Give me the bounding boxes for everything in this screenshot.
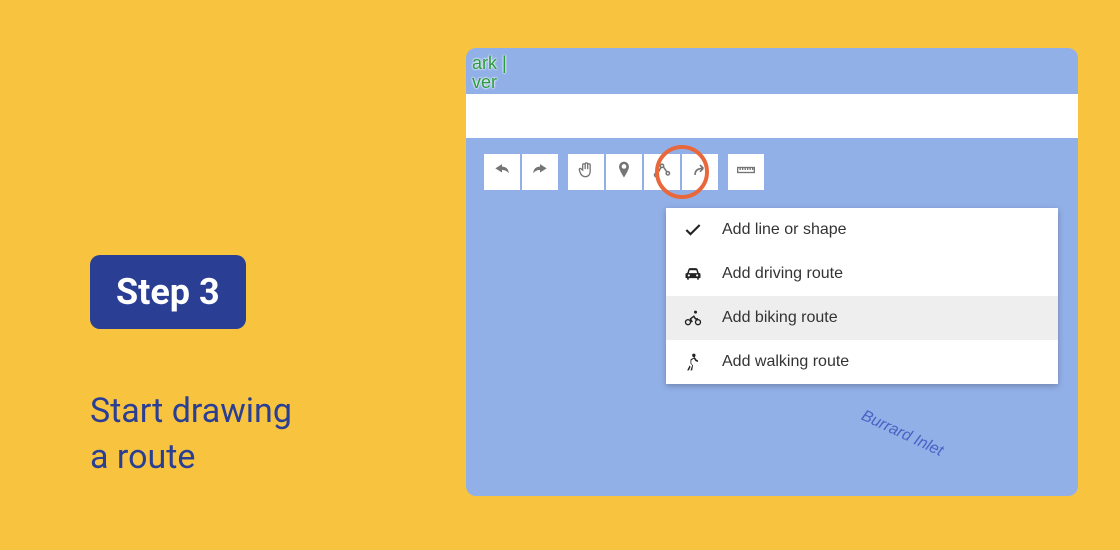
step-title-line2: a route — [90, 435, 292, 481]
menu-label: Add driving route — [722, 265, 843, 283]
marker-button[interactable] — [606, 154, 642, 190]
menu-add-driving-route[interactable]: Add driving route — [666, 252, 1058, 296]
water-label: Burrard Inlet — [858, 407, 945, 461]
directions-button[interactable] — [682, 154, 718, 190]
pan-button[interactable] — [568, 154, 604, 190]
map-label-topleft: ark | ver — [472, 54, 507, 92]
menu-add-biking-route[interactable]: Add biking route — [666, 296, 1058, 340]
map-label-line2: ver — [472, 73, 507, 92]
draw-menu: Add line or shape Add driving route Add … — [666, 208, 1058, 384]
line-icon — [652, 160, 672, 184]
line-button[interactable] — [644, 154, 680, 190]
redo-icon — [530, 160, 550, 184]
hand-icon — [576, 160, 596, 184]
check-icon — [682, 219, 704, 241]
toolbar — [484, 154, 764, 190]
redo-button[interactable] — [522, 154, 558, 190]
marker-icon — [614, 160, 634, 184]
undo-icon — [492, 160, 512, 184]
step-title-line1: Start drawing — [90, 389, 292, 435]
walk-icon — [682, 351, 704, 373]
ruler-icon — [736, 160, 756, 184]
menu-add-line-or-shape[interactable]: Add line or shape — [666, 208, 1058, 252]
step-badge: Step 3 — [90, 255, 246, 329]
menu-add-walking-route[interactable]: Add walking route — [666, 340, 1058, 384]
step-title: Start drawing a route — [90, 389, 292, 481]
undo-button[interactable] — [484, 154, 520, 190]
map-panel: ark | ver — [466, 48, 1078, 496]
map-label-line1: ark | — [472, 54, 507, 73]
arrow-icon — [690, 160, 710, 184]
bike-icon — [682, 307, 704, 329]
car-icon — [682, 263, 704, 285]
search-bar[interactable] — [466, 94, 1078, 138]
menu-label: Add biking route — [722, 309, 838, 327]
menu-label: Add line or shape — [722, 221, 847, 239]
menu-label: Add walking route — [722, 353, 849, 371]
measure-button[interactable] — [728, 154, 764, 190]
